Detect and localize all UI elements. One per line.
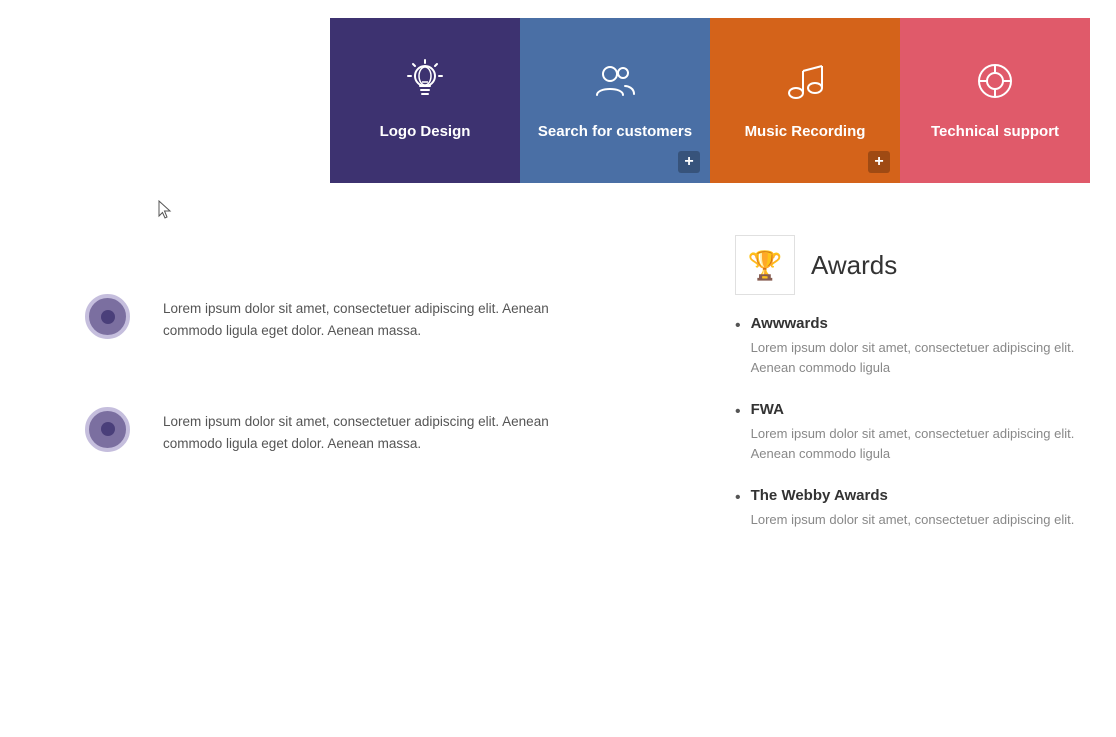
award-fwa-name: FWA <box>751 401 1095 418</box>
card-logo-design[interactable]: Logo Design <box>330 18 520 183</box>
award-item-fwa: FWA Lorem ipsum dolor sit amet, consecte… <box>735 401 1095 463</box>
award-webby-desc: Lorem ipsum dolor sit amet, consectetuer… <box>751 510 1075 530</box>
award-awwwards-desc: Lorem ipsum dolor sit amet, consectetuer… <box>751 338 1095 377</box>
award-item-webby: The Webby Awards Lorem ipsum dolor sit a… <box>735 487 1095 530</box>
awards-list: Awwwards Lorem ipsum dolor sit amet, con… <box>735 315 1095 530</box>
timeline-text-1: Lorem ipsum dolor sit amet, consectetuer… <box>163 298 580 343</box>
awards-title: Awards <box>811 250 897 281</box>
awards-header: 🏆 Awards <box>735 235 1095 295</box>
cursor <box>158 200 172 220</box>
support-icon <box>973 59 1017 110</box>
lightbulb-icon <box>403 59 447 110</box>
search-plus-button[interactable]: + <box>678 151 700 173</box>
trophy-icon: 🏆 <box>748 249 783 282</box>
awards-section: 🏆 Awards Awwwards Lorem ipsum dolor sit … <box>735 235 1095 554</box>
timeline-item-2: Lorem ipsum dolor sit amet, consectetuer… <box>80 403 580 456</box>
card-music-label: Music Recording <box>745 122 866 142</box>
timeline-section: Lorem ipsum dolor sit amet, consectetuer… <box>80 290 580 515</box>
cards-row: Logo Design Search for customers + Music… <box>330 18 1090 183</box>
customers-icon <box>593 59 637 110</box>
card-technical-label: Technical support <box>931 122 1059 142</box>
award-awwwards-name: Awwwards <box>751 315 1095 332</box>
timeline-text-2: Lorem ipsum dolor sit amet, consectetuer… <box>163 411 580 456</box>
music-icon <box>783 59 827 110</box>
card-music-recording[interactable]: Music Recording + <box>710 18 900 183</box>
music-plus-button[interactable]: + <box>868 151 890 173</box>
timeline-item-1: Lorem ipsum dolor sit amet, consectetuer… <box>80 290 580 343</box>
card-search-customers[interactable]: Search for customers + <box>520 18 710 183</box>
award-fwa-desc: Lorem ipsum dolor sit amet, consectetuer… <box>751 424 1095 463</box>
timeline-dot-2 <box>85 407 130 452</box>
trophy-box: 🏆 <box>735 235 795 295</box>
card-search-label: Search for customers <box>538 122 692 142</box>
timeline-dot-1 <box>85 294 130 339</box>
award-webby-name: The Webby Awards <box>751 487 1075 504</box>
award-item-awwwards: Awwwards Lorem ipsum dolor sit amet, con… <box>735 315 1095 377</box>
card-technical-support[interactable]: Technical support <box>900 18 1090 183</box>
card-logo-design-label: Logo Design <box>380 122 471 142</box>
